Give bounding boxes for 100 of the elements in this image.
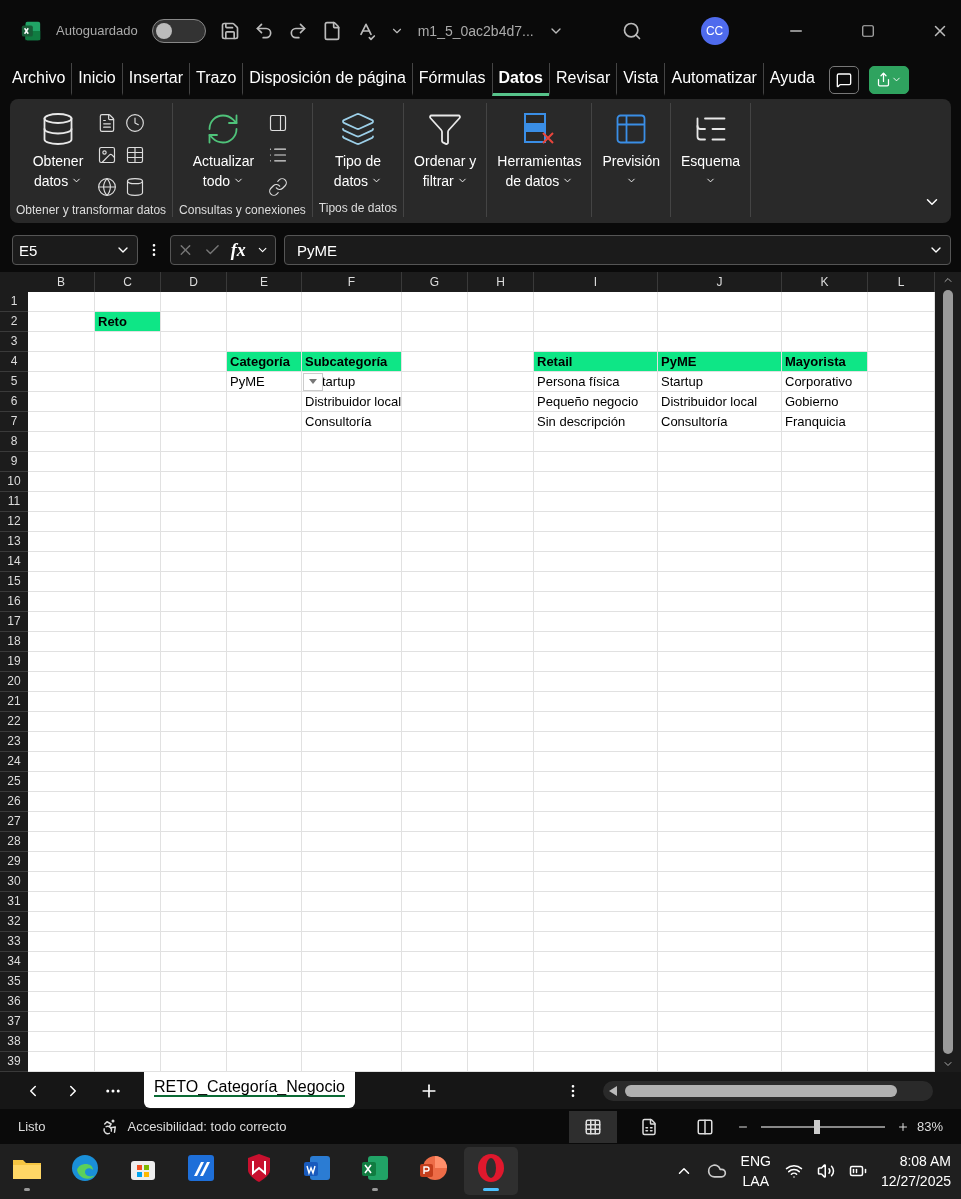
row-header[interactable]: 7 <box>0 411 28 432</box>
row-header[interactable]: 29 <box>0 851 28 872</box>
column-header[interactable]: J <box>658 271 782 292</box>
row-header[interactable]: 9 <box>0 451 28 472</box>
comments-button[interactable] <box>828 65 859 94</box>
row-header[interactable]: 37 <box>0 1011 28 1032</box>
autosave-toggle[interactable] <box>151 18 206 43</box>
clock[interactable]: 8:08 AM 12/27/2025 <box>880 1151 951 1192</box>
menu-tab[interactable]: Insertar <box>121 63 189 97</box>
column-header[interactable]: E <box>227 271 302 292</box>
menu-tab[interactable]: Revisar <box>548 63 617 97</box>
globe-icon[interactable] <box>97 176 118 197</box>
row-header[interactable]: 39 <box>0 1051 28 1072</box>
ribbon-button[interactable]: Previsión <box>598 106 664 186</box>
language-indicator[interactable]: ENG LAA <box>740 1151 771 1192</box>
image-icon[interactable] <box>97 144 118 165</box>
row-header[interactable]: 31 <box>0 891 28 912</box>
row-header[interactable]: 21 <box>0 691 28 712</box>
row-header[interactable]: 38 <box>0 1031 28 1052</box>
row-header[interactable]: 33 <box>0 931 28 952</box>
zoom-in-icon[interactable] <box>896 1120 909 1133</box>
column-header[interactable]: D <box>161 271 227 292</box>
column-header[interactable]: L <box>868 271 935 292</box>
zoom-reading[interactable]: 83% <box>916 1119 943 1135</box>
row-header[interactable]: 14 <box>0 551 28 572</box>
name-box[interactable]: E5 <box>12 235 138 266</box>
column-header[interactable]: C <box>95 271 161 292</box>
row-header[interactable]: 30 <box>0 871 28 892</box>
column-header[interactable]: H <box>468 271 534 292</box>
column-header[interactable]: B <box>28 271 95 292</box>
row-header[interactable]: 36 <box>0 991 28 1012</box>
file-name[interactable]: m1_5_0ac2b4d7... <box>417 22 534 39</box>
row-header[interactable]: 12 <box>0 511 28 532</box>
row-header[interactable]: 8 <box>0 431 28 452</box>
menu-tab[interactable]: Fórmulas <box>411 63 492 97</box>
row-header[interactable]: 27 <box>0 811 28 832</box>
row-header[interactable]: 25 <box>0 771 28 792</box>
row-header[interactable]: 24 <box>0 751 28 772</box>
formula-field[interactable]: PyME <box>284 235 951 266</box>
scroll-left-icon[interactable] <box>609 1085 617 1096</box>
clock-icon[interactable] <box>125 112 146 133</box>
row-header[interactable]: 10 <box>0 471 28 492</box>
row-header[interactable]: 35 <box>0 971 28 992</box>
menu-tab[interactable]: Datos <box>491 63 549 97</box>
column-header[interactable]: G <box>402 271 468 292</box>
row-header[interactable]: 3 <box>0 331 28 352</box>
menu-tab[interactable]: Ayuda <box>762 63 821 97</box>
database-icon[interactable] <box>125 176 146 197</box>
horizontal-scrollbar[interactable] <box>603 1080 933 1101</box>
sheet-tab[interactable]: RETO_Categoría_Negocio <box>144 1071 355 1108</box>
menu-tab[interactable]: Automatizar <box>664 63 763 97</box>
row-header[interactable]: 19 <box>0 651 28 672</box>
row-header[interactable]: 20 <box>0 671 28 692</box>
ribbon-button[interactable]: Obtener datos <box>28 106 88 191</box>
view-button[interactable] <box>568 1110 617 1143</box>
menu-tab[interactable]: Trazo <box>188 63 243 97</box>
row-header[interactable]: 2 <box>0 311 28 332</box>
search-icon[interactable] <box>622 20 643 41</box>
row-header[interactable]: 16 <box>0 591 28 612</box>
row-header[interactable]: 11 <box>0 491 28 512</box>
menu-tab[interactable]: Inicio <box>71 63 122 97</box>
row-header[interactable]: 6 <box>0 391 28 412</box>
menu-tab[interactable]: Vista <box>616 63 665 97</box>
row-header[interactable]: 5 <box>0 371 28 392</box>
row-header[interactable]: 22 <box>0 711 28 732</box>
link-icon[interactable] <box>268 176 289 197</box>
accessibility-status[interactable]: Accesibilidad: todo correcto <box>127 1119 287 1135</box>
row-header[interactable]: 18 <box>0 631 28 652</box>
table-icon[interactable] <box>125 144 146 165</box>
ribbon-button[interactable]: Esquema <box>677 106 745 186</box>
column-header[interactable]: I <box>534 271 658 292</box>
row-header[interactable]: 13 <box>0 531 28 552</box>
row-header[interactable]: 17 <box>0 611 28 632</box>
panel-icon[interactable] <box>268 112 289 133</box>
ribbon-button[interactable]: Ordenar y filtrar <box>410 106 481 191</box>
row-header[interactable]: 4 <box>0 351 28 372</box>
undo-icon[interactable] <box>253 20 274 41</box>
zoom-slider-thumb[interactable] <box>813 1119 820 1134</box>
row-header[interactable]: 1 <box>0 291 28 312</box>
share-button[interactable] <box>868 65 909 94</box>
row-header[interactable]: 34 <box>0 951 28 972</box>
save-icon[interactable] <box>219 20 240 41</box>
dropdown-button[interactable] <box>303 372 323 391</box>
row-header[interactable]: 32 <box>0 911 28 932</box>
ribbon-button[interactable]: Actualizar todo <box>188 106 259 191</box>
wifi-icon[interactable] <box>784 1162 803 1181</box>
row-header[interactable]: 15 <box>0 571 28 592</box>
ribbon-button[interactable]: Tipo de datos <box>329 106 387 191</box>
insert-function-button[interactable]: fx <box>230 239 246 261</box>
ribbon-button[interactable]: Herramientas de datos <box>493 106 586 191</box>
vertical-scrollbar[interactable] <box>935 271 961 1072</box>
column-header[interactable]: F <box>302 271 402 292</box>
menu-tab[interactable]: Disposición de página <box>242 63 412 97</box>
row-header[interactable]: 28 <box>0 831 28 852</box>
column-header[interactable]: K <box>782 271 868 292</box>
user-avatar[interactable]: CC <box>700 16 729 45</box>
maximize-icon[interactable] <box>861 23 875 38</box>
row-header[interactable]: 26 <box>0 791 28 812</box>
menu-tab[interactable]: Archivo <box>6 63 72 97</box>
row-header[interactable]: 23 <box>0 731 28 752</box>
